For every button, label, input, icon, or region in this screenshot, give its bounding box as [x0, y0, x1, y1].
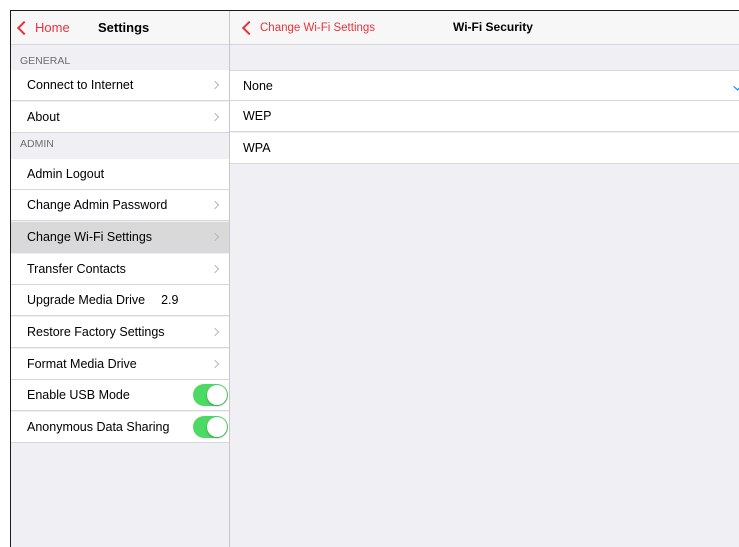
row-connect-to-internet[interactable]: Connect to Internet	[11, 70, 229, 101]
data-sharing-toggle[interactable]	[193, 416, 228, 438]
row-change-wifi-settings[interactable]: Change Wi-Fi Settings	[11, 222, 229, 253]
row-upgrade-media-drive[interactable]: Upgrade Media Drive 2.9	[11, 285, 229, 316]
chevron-right-icon	[210, 232, 220, 242]
chevron-right-icon	[210, 200, 220, 210]
back-label: Change Wi-Fi Settings	[260, 21, 376, 34]
row-label: Enable USB Mode	[27, 388, 130, 402]
option-label: None	[243, 78, 273, 93]
row-admin-logout[interactable]: Admin Logout	[11, 159, 229, 190]
settings-master-pane: Home Settings GENERAL Connect to Interne…	[11, 11, 230, 547]
toggle-knob	[207, 385, 227, 405]
toggle-knob	[207, 417, 227, 437]
wifi-security-detail-pane: Change Wi-Fi Settings Wi-Fi Security Non…	[230, 11, 739, 547]
option-none[interactable]: None	[230, 70, 739, 101]
detail-navbar: Change Wi-Fi Settings Wi-Fi Security	[230, 11, 739, 45]
row-label: Restore Factory Settings	[27, 325, 165, 339]
row-label: Transfer Contacts	[27, 262, 126, 276]
media-drive-version: 2.9	[161, 293, 179, 307]
option-wep[interactable]: WEP	[230, 101, 739, 132]
usb-mode-toggle[interactable]	[193, 384, 228, 406]
section-header-admin: ADMIN	[11, 134, 229, 154]
chevron-right-icon	[210, 264, 220, 274]
row-change-admin-password[interactable]: Change Admin Password	[11, 190, 229, 221]
row-about[interactable]: About	[11, 102, 229, 133]
chevron-right-icon	[210, 359, 220, 369]
row-enable-usb-mode: Enable USB Mode	[11, 380, 229, 411]
option-wpa[interactable]: WPA	[230, 133, 739, 164]
section-header-general: GENERAL	[11, 51, 229, 71]
wifi-security-title: Wi-Fi Security	[453, 20, 533, 34]
change-wifi-settings-back-button[interactable]: Change Wi-Fi Settings	[241, 11, 376, 44]
row-label: Upgrade Media Drive	[27, 293, 146, 307]
checkmark-icon	[733, 78, 739, 91]
home-back-label: Home	[35, 20, 70, 35]
chevron-left-icon	[16, 20, 32, 36]
app-window: Home Settings GENERAL Connect to Interne…	[10, 10, 739, 547]
option-label: WEP	[243, 109, 272, 123]
home-back-button[interactable]: Home	[16, 11, 70, 44]
chevron-left-icon	[241, 20, 257, 36]
chevron-right-icon	[210, 80, 220, 90]
option-label: WPA	[243, 141, 271, 155]
row-label: About	[27, 110, 60, 124]
row-restore-factory-settings[interactable]: Restore Factory Settings	[11, 317, 229, 348]
row-format-media-drive[interactable]: Format Media Drive	[11, 349, 229, 380]
row-label: Admin Logout	[27, 167, 105, 181]
settings-title: Settings	[98, 20, 150, 35]
row-label: Connect to Internet	[27, 78, 134, 92]
row-anonymous-data-sharing: Anonymous Data Sharing	[11, 412, 229, 443]
chevron-right-icon	[210, 112, 220, 122]
row-label: Format Media Drive	[27, 357, 137, 371]
chevron-right-icon	[210, 327, 220, 337]
row-label: Change Admin Password	[27, 198, 168, 212]
row-label: Change Wi-Fi Settings	[27, 230, 153, 244]
master-navbar: Home Settings	[11, 11, 229, 45]
row-label: Anonymous Data Sharing	[27, 420, 170, 434]
row-transfer-contacts[interactable]: Transfer Contacts	[11, 254, 229, 285]
